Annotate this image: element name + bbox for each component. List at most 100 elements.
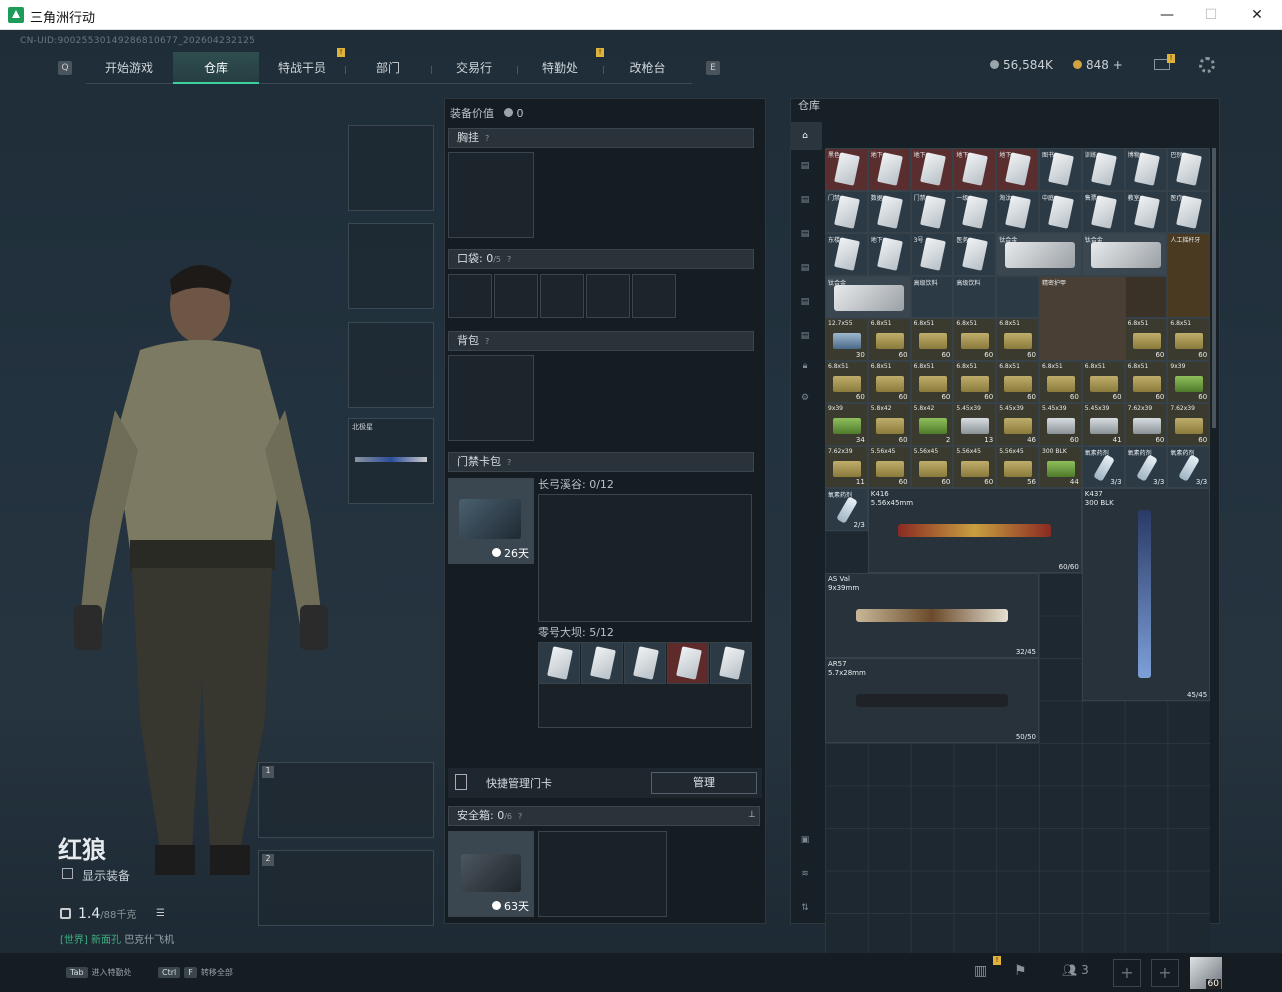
warehouse-scrollbar[interactable]: [1212, 148, 1216, 428]
keycard-case-slot[interactable]: 26天: [448, 478, 534, 564]
tab-department[interactable]: 部门: [345, 52, 431, 84]
pistol-slot[interactable]: [348, 322, 434, 408]
misc-item[interactable]: [996, 275, 1039, 318]
tab-warehouse[interactable]: 仓库: [173, 52, 259, 84]
keycard-item[interactable]: 数据: [867, 190, 911, 233]
keycard-item[interactable]: 博物: [1124, 148, 1168, 191]
ammo-item[interactable]: 6.8x51 60: [1124, 318, 1168, 361]
ammo-item[interactable]: 5.56x45 56: [996, 445, 1039, 488]
ammo-item[interactable]: 6.8x51 60: [996, 360, 1039, 403]
chest-rig-slot[interactable]: [448, 152, 534, 238]
ammo-item[interactable]: 9x39 34: [825, 403, 868, 446]
medicine-item[interactable]: 氧素药剂 3/3: [1167, 445, 1211, 488]
armor-plate-item[interactable]: 钛合金: [1081, 233, 1168, 276]
stats-icon[interactable]: ▥: [974, 963, 987, 979]
weapon-item[interactable]: K437 300 BLK 45/45: [1081, 488, 1211, 701]
keycard-item[interactable]: [710, 642, 752, 684]
coin-display[interactable]: 848 +: [1073, 58, 1123, 72]
keycard-item[interactable]: 地下: [953, 148, 997, 191]
safe-box-grid[interactable]: [538, 831, 667, 917]
ammo-item[interactable]: 5.45x39 13: [953, 403, 997, 446]
avatar[interactable]: 60: [1190, 957, 1222, 989]
medicine-item[interactable]: 氧素药剂 2/3: [825, 488, 868, 531]
minimize-button[interactable]: —: [1156, 4, 1178, 26]
ammo-item[interactable]: 5.45x39 46: [996, 403, 1039, 446]
ammo-item[interactable]: 6.8x51 60: [1039, 360, 1082, 403]
pin-icon[interactable]: ⊥: [748, 810, 756, 820]
keycard-item[interactable]: 医务: [953, 233, 997, 276]
ammo-item[interactable]: 300 BLK 44: [1039, 445, 1082, 488]
keycard-item[interactable]: 地下: [867, 148, 911, 191]
ammo-item[interactable]: 12.7x55 30: [825, 318, 868, 361]
maximize-button[interactable]: ☐: [1200, 4, 1222, 26]
warehouse-tab-5-icon[interactable]: ▤: [795, 258, 815, 278]
warehouse-tab-3-icon[interactable]: ▤: [795, 190, 815, 210]
warehouse-settings-icon[interactable]: ⚙: [795, 388, 815, 408]
ammo-item[interactable]: 5.56x45 60: [953, 445, 997, 488]
ammo-item[interactable]: 6.8x51 60: [910, 318, 954, 361]
keycard-item[interactable]: 门禁: [910, 190, 954, 233]
medicine-item[interactable]: 氧素药剂 3/3: [1124, 445, 1168, 488]
transfer-all-hint[interactable]: Ctrl F 转移全部: [158, 967, 233, 978]
ammo-item[interactable]: 5.56x45 60: [867, 445, 911, 488]
weapon-item[interactable]: K416 5.56x45mm 60/60: [867, 488, 1082, 573]
ammo-item[interactable]: 6.8x51 60: [1167, 318, 1211, 361]
manage-button[interactable]: 管理: [651, 772, 757, 794]
keycard-item[interactable]: 医疗: [1167, 190, 1211, 233]
keycard-item[interactable]: 中庭: [1039, 190, 1082, 233]
map1-keycard-grid[interactable]: [538, 494, 752, 622]
keycard-item[interactable]: 教室: [1124, 190, 1168, 233]
misc-item[interactable]: [1124, 275, 1168, 318]
tab-operators[interactable]: 特战干员: [259, 52, 345, 84]
keycard-item[interactable]: 训练: [1081, 148, 1125, 191]
melee-slot[interactable]: 北极星: [348, 418, 434, 504]
ammo-item[interactable]: 6.8x51 60: [825, 360, 868, 403]
keycard-item[interactable]: 黑色: [825, 148, 868, 191]
pocket-slot[interactable]: [632, 274, 676, 318]
add-teammate-button[interactable]: +: [1113, 959, 1141, 987]
sort-icon[interactable]: ▣: [795, 830, 815, 850]
pocket-slot[interactable]: [540, 274, 584, 318]
show-gear-checkbox[interactable]: [62, 868, 73, 879]
trinket-item[interactable]: 人工摇杆牙: [1167, 233, 1211, 318]
friends-button[interactable]: 👥︎ 3: [1062, 963, 1089, 977]
armor-plate-item[interactable]: 钛合金: [996, 233, 1082, 276]
chat-line[interactable]: [世界] 新面孔 巴克什飞机: [60, 931, 174, 946]
ammo-item[interactable]: 5.45x39 41: [1081, 403, 1125, 446]
enter-special-ops-hint[interactable]: Tab 进入特勤处: [66, 967, 132, 978]
secondary-weapon-slot[interactable]: 2: [258, 850, 434, 926]
layers-icon[interactable]: ≋: [795, 864, 815, 884]
keycard-item[interactable]: 门禁: [825, 190, 868, 233]
warehouse-home-icon[interactable]: ⌂: [795, 126, 815, 146]
pocket-slot[interactable]: [448, 274, 492, 318]
ammo-item[interactable]: 5.45x39 60: [1039, 403, 1082, 446]
warehouse-grid[interactable]: 黑色 地下 地下 地下 地下 图书 训练 博物 巴别 门禁 数据 门禁 一级 淘汰 中庭 售票 教室 医疗 东楼 地下…: [825, 148, 1211, 954]
keycard-item[interactable]: 售票: [1081, 190, 1125, 233]
ammo-item[interactable]: 5.56x45 60: [910, 445, 954, 488]
ammo-item[interactable]: 6.8x51 60: [996, 318, 1039, 361]
close-button[interactable]: ✕: [1246, 4, 1268, 26]
ammo-item[interactable]: 7.62x39 60: [1167, 403, 1211, 446]
ammo-item[interactable]: 7.62x39 60: [1124, 403, 1168, 446]
ammo-item[interactable]: 6.8x51 60: [1124, 360, 1168, 403]
armor-slot[interactable]: [348, 223, 434, 309]
warehouse-tab-2-icon[interactable]: ▤: [795, 156, 815, 176]
warehouse-tab-4-icon[interactable]: ▤: [795, 224, 815, 244]
primary-weapon-slot[interactable]: 1: [258, 762, 434, 838]
settings-gear-icon[interactable]: [1199, 57, 1215, 73]
ammo-item[interactable]: 6.8x51 60: [953, 318, 997, 361]
warehouse-tab-7-icon[interactable]: ▤: [795, 326, 815, 346]
keycard-item[interactable]: [581, 642, 623, 684]
keycard-item[interactable]: 地下: [910, 148, 954, 191]
warehouse-tab-6-icon[interactable]: ▤: [795, 292, 815, 312]
prev-tab-key[interactable]: Q: [58, 61, 72, 75]
helmet-slot[interactable]: [348, 125, 434, 211]
keycard-item[interactable]: 淘汰: [996, 190, 1039, 233]
ammo-item[interactable]: 5.8x42 60: [867, 403, 911, 446]
ammo-item[interactable]: 6.8x51 60: [867, 360, 911, 403]
list-icon[interactable]: ☰: [156, 908, 165, 919]
tab-special-ops[interactable]: 特勤处: [517, 52, 603, 84]
keycard-item[interactable]: [538, 642, 580, 684]
transfer-icon[interactable]: ⇅: [795, 898, 815, 918]
pocket-slot[interactable]: [494, 274, 538, 318]
